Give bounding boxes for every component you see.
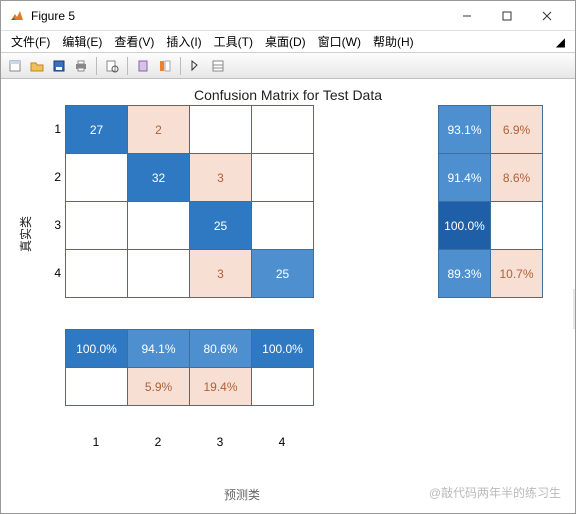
toolbar <box>1 53 575 79</box>
row-error-pct: 8.6% <box>491 154 543 202</box>
cm-cell: 3 <box>190 250 252 298</box>
col-correct-pct: 100.0% <box>66 330 128 368</box>
menu-overflow-icon[interactable]: ◢ <box>550 35 571 49</box>
row-correct-pct: 89.3% <box>439 250 491 298</box>
confusion-matrix: 27 2 32 3 25 <box>65 105 314 298</box>
col-error-pct: 19.4% <box>190 368 252 406</box>
y-tick: 1 <box>51 105 61 153</box>
y-axis-label: 真实类 <box>17 216 34 252</box>
cm-cell: 25 <box>190 202 252 250</box>
cm-cell <box>190 106 252 154</box>
property-inspector-icon[interactable] <box>208 56 228 76</box>
cm-cell: 25 <box>252 250 314 298</box>
col-error-pct <box>66 368 128 406</box>
open-icon[interactable] <box>27 56 47 76</box>
menubar: 文件(F) 编辑(E) 查看(V) 插入(I) 工具(T) 桌面(D) 窗口(W… <box>1 31 575 53</box>
row-correct-pct: 93.1% <box>439 106 491 154</box>
menu-desktop[interactable]: 桌面(D) <box>259 31 312 52</box>
row-error-pct: 6.9% <box>491 106 543 154</box>
figure-window: Figure 5 文件(F) 编辑(E) 查看(V) 插入(I) 工具(T) 桌… <box>0 0 576 514</box>
window-title: Figure 5 <box>31 9 447 23</box>
row-correct-pct: 100.0% <box>439 202 491 250</box>
print-icon[interactable] <box>71 56 91 76</box>
x-tick: 2 <box>127 435 189 449</box>
maximize-button[interactable] <box>487 2 527 30</box>
row-error-pct: 10.7% <box>491 250 543 298</box>
row-summary: 93.1% 6.9% 91.4% 8.6% 100.0% 89.3% 10.7% <box>438 105 543 298</box>
cm-cell: 27 <box>66 106 128 154</box>
x-tick: 1 <box>65 435 127 449</box>
insert-colorbar-icon[interactable] <box>155 56 175 76</box>
y-ticks: 1 2 3 4 <box>51 105 61 297</box>
col-correct-pct: 80.6% <box>190 330 252 368</box>
x-ticks: 1 2 3 4 <box>65 435 313 449</box>
y-tick: 3 <box>51 201 61 249</box>
x-tick: 3 <box>189 435 251 449</box>
col-error-pct <box>252 368 314 406</box>
menu-view[interactable]: 查看(V) <box>108 31 160 52</box>
cm-cell: 3 <box>190 154 252 202</box>
save-icon[interactable] <box>49 56 69 76</box>
menu-window[interactable]: 窗口(W) <box>312 31 367 52</box>
cm-cell <box>66 202 128 250</box>
minimize-button[interactable] <box>447 2 487 30</box>
x-tick: 4 <box>251 435 313 449</box>
cm-cell <box>128 202 190 250</box>
menu-file[interactable]: 文件(F) <box>5 31 56 52</box>
cm-cell <box>252 106 314 154</box>
col-correct-pct: 94.1% <box>128 330 190 368</box>
titlebar: Figure 5 <box>1 1 575 31</box>
cm-cell <box>66 154 128 202</box>
close-button[interactable] <box>527 2 567 30</box>
cm-cell <box>66 250 128 298</box>
y-tick: 4 <box>51 249 61 297</box>
watermark-text: @敲代码两年半的练习生 <box>429 484 561 501</box>
menu-tools[interactable]: 工具(T) <box>208 31 259 52</box>
edit-plot-icon[interactable] <box>186 56 206 76</box>
menu-edit[interactable]: 编辑(E) <box>56 31 108 52</box>
col-correct-pct: 100.0% <box>252 330 314 368</box>
background-edge <box>573 289 575 329</box>
cm-cell <box>252 154 314 202</box>
menu-insert[interactable]: 插入(I) <box>160 31 207 52</box>
col-summary: 100.0% 94.1% 80.6% 100.0% 5.9% 19.4% <box>65 329 314 406</box>
menu-help[interactable]: 帮助(H) <box>367 31 420 52</box>
print-preview-icon[interactable] <box>102 56 122 76</box>
axes-container: Confusion Matrix for Test Data 真实类 1 2 3… <box>9 87 567 505</box>
cm-cell <box>128 250 190 298</box>
y-tick: 2 <box>51 153 61 201</box>
cm-cell: 32 <box>128 154 190 202</box>
matlab-icon <box>9 8 25 24</box>
link-plot-icon[interactable] <box>133 56 153 76</box>
cm-cell: 2 <box>128 106 190 154</box>
chart-title: Confusion Matrix for Test Data <box>9 87 567 103</box>
cm-cell <box>252 202 314 250</box>
col-error-pct: 5.9% <box>128 368 190 406</box>
row-error-pct <box>491 202 543 250</box>
row-correct-pct: 91.4% <box>439 154 491 202</box>
x-axis-label: 预测类 <box>224 486 260 503</box>
figure-canvas: Confusion Matrix for Test Data 真实类 1 2 3… <box>1 79 575 513</box>
new-figure-icon[interactable] <box>5 56 25 76</box>
